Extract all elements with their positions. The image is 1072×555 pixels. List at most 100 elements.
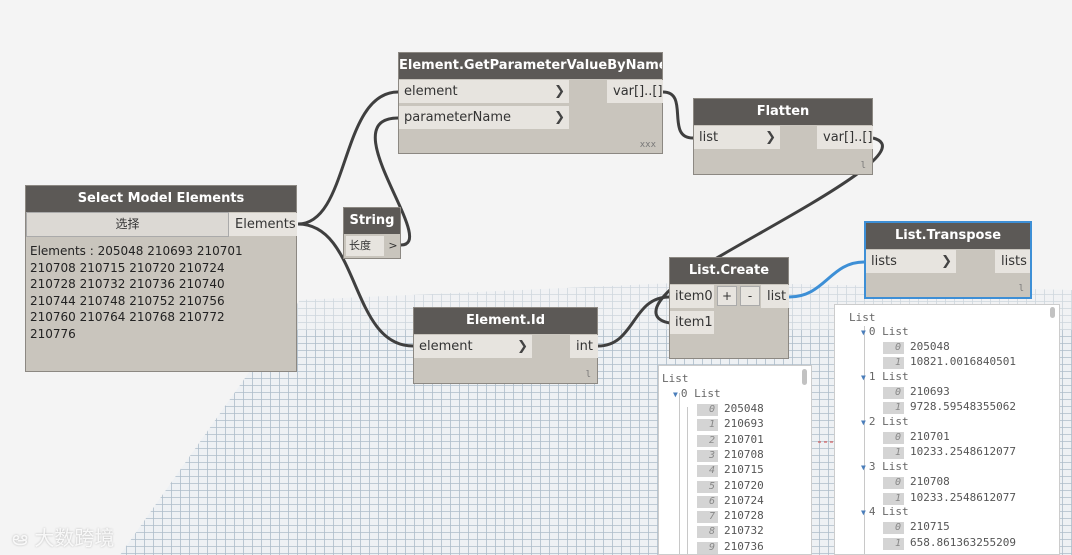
list-item: 7 210728	[697, 509, 764, 524]
output-port-string[interactable]: >	[386, 236, 400, 256]
node-title: Element.GetParameterValueByName	[399, 53, 662, 79]
item-index: 4	[697, 465, 718, 478]
item-value: 210693	[724, 417, 764, 431]
expand-triangle-icon: ▼	[861, 463, 866, 473]
get-parameter-node[interactable]: Element.GetParameterValueByName element …	[398, 52, 663, 154]
remove-input-button[interactable]: -	[740, 286, 760, 306]
select-button[interactable]: 选择	[26, 212, 229, 237]
scrollbar-thumb[interactable]	[802, 369, 807, 385]
input-port-list[interactable]: list ❯	[694, 126, 780, 149]
port-label: element	[419, 339, 473, 354]
list-item: 8 210732	[697, 524, 764, 539]
chevron-right-icon: ❯	[517, 339, 528, 354]
item-value: 210715	[724, 463, 764, 477]
input-port-item1[interactable]: item1	[670, 311, 714, 334]
tree-group-label: 4 List	[868, 505, 909, 519]
output-port-var[interactable]: var[]..[]	[817, 126, 873, 149]
list-create-preview[interactable]: List ▼ 0 List 0 205048 1 210693 2 210701 3 21070…	[658, 365, 812, 555]
item-index: 1	[697, 419, 718, 432]
tree-group-row[interactable]: ▼ 3 List	[861, 460, 909, 473]
tree-root-label: List	[662, 372, 689, 385]
port-label: lists	[871, 254, 897, 269]
input-port-item0[interactable]: item0	[670, 285, 714, 308]
input-port-element[interactable]: element ❯	[414, 335, 532, 358]
wire-elements-to-getparam[interactable]	[297, 90, 399, 226]
list-item: 2 210701	[697, 433, 764, 447]
item-index: 9	[697, 541, 718, 554]
tree-guide-line	[687, 407, 688, 554]
watermark-logo-icon: ఆ	[12, 526, 28, 550]
flatten-node[interactable]: Flatten list ❯ var[]..[] l	[693, 98, 873, 175]
list-item: 0 205048	[697, 402, 764, 416]
list-create-node[interactable]: List.Create item0 item1 + - list	[669, 257, 789, 359]
item-index: 1	[883, 537, 904, 550]
list-transpose-node[interactable]: List.Transpose lists ❯ lists l	[864, 221, 1032, 299]
node-title: Element.Id	[414, 308, 597, 334]
graph-canvas[interactable]: Select Model Elements 选择 Elements Elemen…	[0, 0, 1072, 555]
item-value: 210708	[910, 475, 950, 489]
item-value: 210728	[724, 509, 764, 523]
item-index: 1	[883, 402, 904, 415]
tree-guide-line	[679, 393, 680, 554]
expand-triangle-icon: ▼	[861, 328, 866, 337]
list-item: 5 210720	[697, 479, 764, 493]
watermark: ఆ 大数跨境	[12, 522, 114, 555]
input-port-lists[interactable]: lists ❯	[866, 250, 956, 273]
wire-listcreate-to-transpose[interactable]	[788, 260, 865, 299]
list-item: 1 658.861363255209	[883, 536, 1016, 550]
tree-group-row[interactable]: ▼ 4 List	[861, 505, 909, 518]
expand-triangle-icon: ▼	[673, 390, 678, 399]
list-item: 0 210701	[883, 430, 950, 445]
item-index: 1	[883, 492, 904, 505]
input-port-parametername[interactable]: parameterName ❯	[399, 106, 569, 129]
list-item: 0 210715	[883, 520, 950, 535]
input-port-element[interactable]: element ❯	[399, 80, 569, 103]
node-footer-label: l	[585, 370, 591, 380]
list-item: 1 10821.0016840501	[883, 355, 1016, 370]
node-title: String	[344, 208, 400, 234]
port-label: list	[699, 130, 719, 145]
item-value: 10233.2548612077	[910, 445, 1016, 459]
item-value: 210693	[910, 385, 950, 399]
chevron-right-icon: ❯	[765, 130, 776, 145]
tree-group-row[interactable]: ▼ 0 List	[861, 325, 909, 338]
tree-group-row[interactable]: ▼ 1 List	[861, 370, 909, 383]
list-transpose-preview[interactable]: List ▼ 0 List 0 205048 1 10821.0016840501 ▼ 1 L…	[834, 304, 1060, 555]
output-port-elements[interactable]: Elements	[229, 213, 297, 236]
item-value: 210720	[724, 478, 764, 492]
chevron-right-icon: ❯	[941, 254, 952, 269]
select-model-elements-node[interactable]: Select Model Elements 选择 Elements Elemen…	[25, 185, 297, 372]
scrollbar-thumb[interactable]	[1050, 307, 1055, 318]
output-port-list[interactable]: list	[761, 285, 789, 308]
item-index: 1	[883, 447, 904, 460]
item-index: 0	[883, 432, 904, 445]
string-node[interactable]: String 长度 >	[343, 207, 401, 259]
expand-triangle-icon: ▼	[861, 373, 866, 383]
item-index: 6	[697, 495, 718, 508]
output-port-int[interactable]: int	[570, 335, 598, 358]
item-index: 2	[697, 434, 718, 447]
item-index: 0	[697, 404, 718, 416]
output-port-lists[interactable]: lists	[995, 250, 1030, 273]
item-index: 1	[883, 357, 904, 370]
node-footer-label: xxx	[639, 140, 656, 150]
node-title: List.Transpose	[866, 223, 1030, 249]
output-port-var[interactable]: var[]..[]	[607, 80, 663, 103]
tree-group-label: 3 List	[868, 460, 909, 474]
item-index: 0	[883, 342, 904, 354]
item-value: 210701	[724, 432, 764, 446]
add-input-button[interactable]: +	[717, 286, 737, 306]
item-index: 0	[883, 387, 904, 400]
list-item: 1 10233.2548612077	[883, 445, 1016, 460]
wire-getparam-to-flatten[interactable]	[662, 90, 694, 140]
item-value: 205048	[910, 340, 950, 353]
element-id-node[interactable]: Element.Id element ❯ int l	[413, 307, 598, 384]
watermark-text: 大数跨境	[34, 526, 115, 550]
list-item: 4 210715	[697, 463, 764, 478]
tree-group-row[interactable]: ▼ 0 List	[673, 387, 721, 400]
list-item: 0 210693	[883, 385, 950, 400]
string-value-field[interactable]: 长度	[346, 236, 384, 256]
node-footer-label: l	[860, 161, 866, 171]
tree-group-row[interactable]: ▼ 2 List	[861, 415, 909, 428]
item-value: 210715	[910, 520, 950, 534]
